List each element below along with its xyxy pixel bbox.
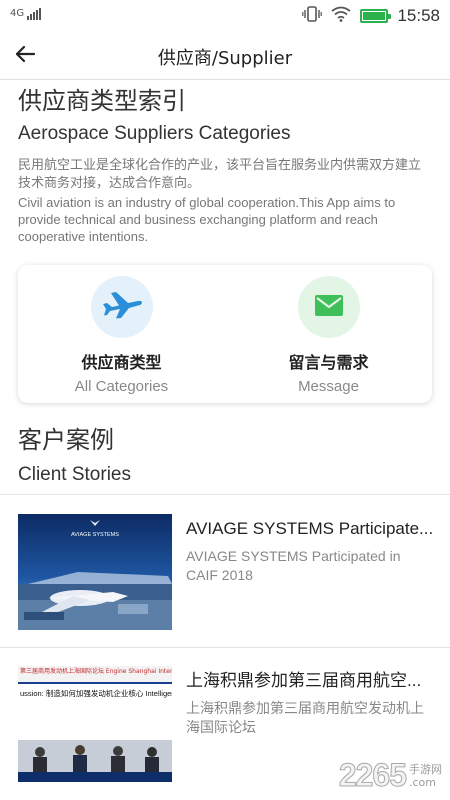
status-bar: 4G 15:58 — [0, 0, 450, 32]
page-title: 供应商/Supplier — [157, 48, 293, 69]
all-categories-button[interactable]: 供应商类型 All Categories — [18, 265, 225, 403]
message-label-zh: 留言与需求 — [288, 353, 369, 372]
watermark-text: 手游网 — [409, 762, 442, 776]
story-subtitle: AVIAGE SYSTEMS Participated in CAIF 2018 — [186, 548, 401, 583]
site-watermark: 2265 手游网 .com — [338, 757, 442, 794]
vibrate-icon — [302, 5, 323, 27]
all-categories-label-en: All Categories — [74, 378, 169, 395]
client-story-item[interactable]: AVIAGE SYSTEMS AVIAGE SYSTEMS Participat… — [18, 514, 434, 630]
intro-section: 供应商类型索引 Aerospace Suppliers Categories 民… — [0, 81, 450, 245]
message-button[interactable]: 留言与需求 Message — [225, 265, 432, 403]
airplane-icon-circle — [90, 276, 153, 338]
network-type: 4G — [10, 8, 25, 19]
envelope-icon-circle — [297, 276, 360, 338]
scroll-content[interactable]: 供应商类型索引 Aerospace Suppliers Categories 民… — [0, 81, 450, 800]
thumbnail-caption: AVIAGE SYSTEMS — [71, 532, 119, 538]
clock: 15:58 — [397, 6, 440, 25]
categories-title-en: Aerospace Suppliers Categories — [18, 123, 291, 144]
airplane-icon — [101, 290, 143, 324]
wifi-icon — [331, 6, 352, 26]
envelope-icon — [314, 294, 343, 320]
battery-icon — [360, 9, 392, 23]
client-stories-header: 客户案例 Client Stories — [18, 424, 131, 488]
categories-title-zh: 供应商类型索引 — [18, 87, 186, 115]
message-label-en: Message — [298, 378, 359, 395]
signal-bars-icon — [27, 8, 42, 20]
section-divider — [0, 494, 450, 495]
intro-description-en: Civil aviation is an industry of global … — [18, 195, 396, 244]
watermark-number: 2265 — [338, 757, 407, 794]
thumbnail-banner: ussion: 制造如何加强发动机企业核心 Intelligent Manufa… — [20, 688, 172, 698]
story-thumbnail: AVIAGE SYSTEMS — [18, 514, 172, 630]
thumbnail-header: 第三届商用发动机上海国际论坛 Engine Shanghai Internati… — [20, 667, 172, 675]
signal-indicator: 4G — [10, 8, 42, 20]
app-bar: 供应商/Supplier — [0, 32, 450, 80]
client-stories-title-zh: 客户案例 — [18, 426, 114, 454]
quick-actions-card: 供应商类型 All Categories 留言与需求 Message — [18, 265, 432, 403]
story-title: AVIAGE SYSTEMS Participate... — [186, 519, 434, 538]
story-title: 上海积鼎参加第三届商用航空... — [186, 671, 422, 690]
all-categories-label-zh: 供应商类型 — [81, 353, 162, 372]
client-stories-title-en: Client Stories — [18, 464, 131, 485]
intro-description-zh: 民用航空工业是全球化合作的产业，该平台旨在服务业内供需双方建立技术商务对接，达成… — [18, 158, 422, 191]
story-subtitle: 上海积鼎参加第三届商用航空发动机上海国际论坛 — [186, 700, 424, 735]
story-thumbnail: 第三届商用发动机上海国际论坛 Engine Shanghai Internati… — [18, 666, 172, 782]
story-divider — [0, 647, 450, 648]
watermark-domain: .com — [409, 775, 436, 789]
